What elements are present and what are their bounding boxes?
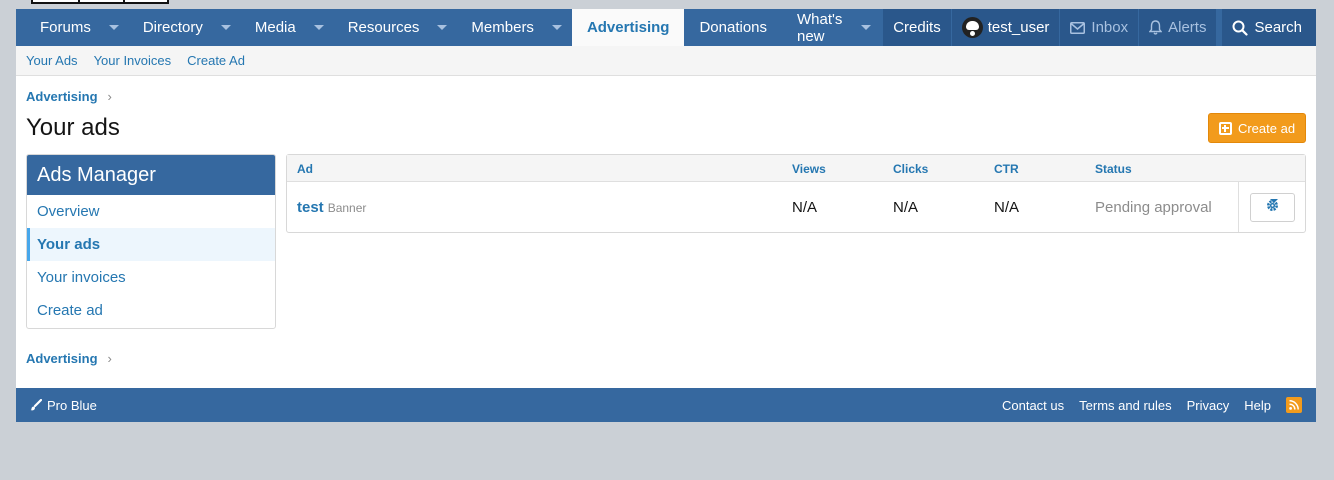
rss-icon[interactable] (1286, 397, 1302, 413)
column-header-ctr: CTR (994, 162, 1019, 176)
tab-members[interactable]: Members (457, 9, 572, 46)
table-row: test Banner N/A N/A N/A Pending approval (287, 182, 1305, 232)
subnav-your-ads[interactable]: Your Ads (26, 53, 78, 68)
subnav-your-invoices[interactable]: Your Invoices (94, 53, 172, 68)
ad-actions-menu-button[interactable] (1249, 192, 1295, 222)
sidebar-item-overview[interactable]: Overview (27, 195, 275, 228)
actions-cell (1238, 182, 1305, 232)
tab-media[interactable]: Media (241, 9, 334, 46)
views-cell: N/A (792, 199, 818, 216)
ads-table: Ad Views Clicks CTR Status test Banner N/… (286, 154, 1306, 233)
column-header-status: Status (1095, 162, 1132, 176)
sidebar-item-your-ads[interactable]: Your ads (27, 228, 275, 261)
breadcrumb-bottom[interactable]: Advertising › (26, 351, 112, 366)
inbox-link[interactable]: Inbox (1059, 9, 1139, 46)
sidebar-title: Ads Manager (27, 155, 275, 195)
tab-directory[interactable]: Directory (129, 9, 241, 46)
main-navigation: Forums Directory Media Resources Members… (16, 9, 1316, 46)
chevron-down-icon[interactable] (220, 25, 231, 30)
column-header-clicks: Clicks (893, 162, 929, 176)
style-chooser-link[interactable]: Pro Blue (30, 398, 97, 413)
footer-privacy[interactable]: Privacy (1187, 398, 1230, 413)
page-container: Forums Directory Media Resources Members… (16, 9, 1316, 422)
caret-down-icon (1269, 199, 1278, 203)
bell-icon (1149, 20, 1163, 35)
clicks-cell: N/A (893, 199, 919, 216)
page-title: Your ads (26, 114, 120, 141)
sidebar-item-create-ad[interactable]: Create ad (27, 294, 275, 327)
footer: Pro Blue Contact us Terms and rules Priv… (16, 388, 1316, 422)
subnav-create-ad[interactable]: Create Ad (187, 53, 245, 68)
chevron-right-icon: › (107, 351, 112, 366)
sub-navigation: Your Ads Your Invoices Create Ad (16, 46, 1316, 76)
paint-brush-icon (30, 399, 42, 411)
column-header-views: Views (792, 162, 826, 176)
tab-forums[interactable]: Forums (26, 9, 129, 46)
ads-manager-sidebar: Ads Manager Overview Your ads Your invoi… (26, 154, 276, 329)
tab-donations[interactable]: Donations (684, 9, 782, 46)
tab-advertising[interactable]: Advertising (571, 9, 685, 46)
user-account-link[interactable]: test_user (950, 9, 1060, 46)
table-header: Ad Views Clicks CTR Status (287, 155, 1305, 182)
footer-help[interactable]: Help (1244, 398, 1271, 413)
search-button[interactable]: Search (1221, 9, 1316, 46)
ad-cell: test Banner (297, 199, 366, 216)
status-cell: Pending approval (1095, 199, 1212, 216)
avatar (961, 17, 983, 38)
chevron-down-icon[interactable] (313, 25, 324, 30)
chevron-down-icon[interactable] (861, 25, 872, 30)
alerts-link[interactable]: Alerts (1138, 9, 1217, 46)
sidebar-item-your-invoices[interactable]: Your invoices (27, 261, 275, 294)
tab-resources[interactable]: Resources (334, 9, 458, 46)
breadcrumb[interactable]: Advertising › (26, 89, 112, 104)
top-strip (31, 0, 169, 4)
ad-type: Banner (327, 201, 367, 215)
search-icon (1232, 20, 1249, 36)
chevron-down-icon[interactable] (437, 25, 448, 30)
envelope-icon (1070, 21, 1086, 34)
tab-whats-new[interactable]: What's new (782, 9, 882, 46)
plus-square-icon (1218, 121, 1232, 135)
footer-terms[interactable]: Terms and rules (1079, 398, 1171, 413)
chevron-down-icon[interactable] (108, 25, 119, 30)
chevron-down-icon[interactable] (551, 25, 562, 30)
ctr-cell: N/A (994, 199, 1020, 216)
credits-link[interactable]: Credits (882, 9, 951, 46)
footer-contact-us[interactable]: Contact us (1002, 398, 1064, 413)
create-ad-button[interactable]: Create ad (1208, 113, 1306, 143)
chevron-right-icon: › (107, 89, 112, 104)
column-header-ad: Ad (297, 162, 313, 176)
ad-name-link[interactable]: test (297, 199, 324, 216)
